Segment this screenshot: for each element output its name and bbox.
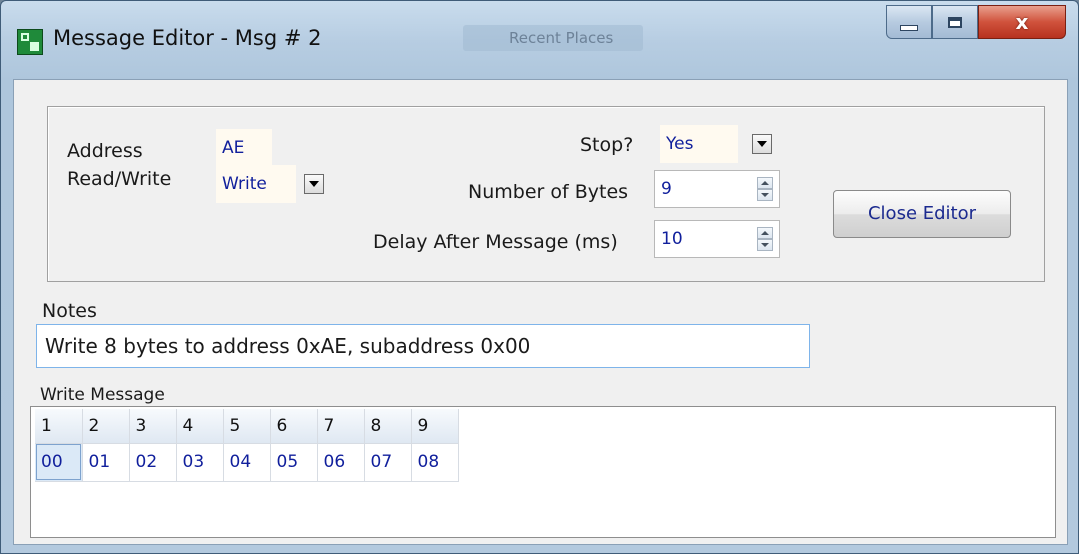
write-message-grid: 123456789 00 01 02 03 04 05 06 07 08 — [30, 406, 1056, 538]
byte-header-cell: 7 — [317, 409, 365, 444]
minimize-icon — [900, 25, 918, 31]
byte-header-cell: 9 — [411, 409, 459, 444]
byte-header-cell: 4 — [176, 409, 224, 444]
delay-stepper[interactable]: 10 — [654, 220, 780, 258]
byte-value-cell[interactable]: 03 — [176, 443, 224, 482]
title-bar[interactable]: Message Editor - Msg # 2 Recent Places x — [1, 1, 1078, 79]
delay-spinner[interactable] — [757, 227, 773, 251]
byte-header-cell: 1 — [35, 409, 83, 444]
message-settings-group: Address AE Read/Write Write Stop? Yes Nu… — [47, 106, 1045, 282]
close-editor-button[interactable]: Close Editor — [833, 190, 1011, 238]
delay-value: 10 — [661, 229, 683, 249]
maximize-button[interactable] — [932, 5, 978, 39]
delay-label: Delay After Message (ms) — [373, 231, 618, 253]
byte-value-cell[interactable]: 08 — [411, 443, 459, 482]
message-editor-window: Message Editor - Msg # 2 Recent Places x… — [0, 0, 1079, 554]
byte-header-cell: 2 — [82, 409, 130, 444]
app-icon — [17, 29, 43, 55]
spin-down-icon[interactable] — [757, 189, 773, 201]
notes-field[interactable]: Write 8 bytes to address 0xAE, subaddres… — [36, 324, 810, 368]
write-message-label: Write Message — [40, 385, 165, 405]
byte-value-cell[interactable]: 02 — [129, 443, 177, 482]
byte-value-cell[interactable]: 00 — [35, 443, 83, 482]
byte-value-row: 00 01 02 03 04 05 06 07 08 — [35, 443, 459, 482]
readwrite-label: Read/Write — [67, 168, 172, 190]
stop-label: Stop? — [580, 134, 634, 156]
readwrite-dropdown-icon[interactable] — [304, 174, 324, 194]
byte-value-cell[interactable]: 05 — [270, 443, 318, 482]
spin-up-icon[interactable] — [757, 227, 773, 239]
num-bytes-label: Number of Bytes — [468, 181, 629, 203]
byte-header-cell: 5 — [223, 409, 271, 444]
byte-header-row: 123456789 — [35, 409, 459, 444]
window-controls: x — [886, 5, 1066, 41]
byte-value-cell[interactable]: 07 — [364, 443, 412, 482]
close-button[interactable]: x — [978, 5, 1066, 39]
num-bytes-spinner[interactable] — [757, 177, 773, 201]
address-field[interactable]: AE — [216, 129, 272, 167]
spin-down-icon[interactable] — [757, 239, 773, 251]
byte-header-cell: 8 — [364, 409, 412, 444]
background-window-text: Recent Places — [509, 29, 614, 47]
address-label: Address — [67, 140, 143, 162]
notes-label: Notes — [42, 300, 97, 322]
byte-value-cell[interactable]: 01 — [82, 443, 130, 482]
byte-table: 123456789 00 01 02 03 04 05 06 07 08 — [35, 409, 459, 482]
byte-header-cell: 3 — [129, 409, 177, 444]
num-bytes-stepper[interactable]: 9 — [654, 170, 780, 208]
client-area: Address AE Read/Write Write Stop? Yes Nu… — [13, 79, 1068, 545]
byte-value-cell[interactable]: 04 — [223, 443, 271, 482]
readwrite-select[interactable]: Write — [216, 165, 296, 203]
minimize-button[interactable] — [886, 5, 932, 39]
window-title: Message Editor - Msg # 2 — [53, 26, 322, 50]
maximize-icon — [948, 16, 962, 28]
stop-select[interactable]: Yes — [660, 125, 738, 163]
spin-up-icon[interactable] — [757, 177, 773, 189]
stop-dropdown-icon[interactable] — [752, 134, 772, 154]
byte-value-cell[interactable]: 06 — [317, 443, 365, 482]
num-bytes-value: 9 — [661, 179, 672, 199]
close-icon: x — [1015, 10, 1029, 34]
byte-header-cell: 6 — [270, 409, 318, 444]
